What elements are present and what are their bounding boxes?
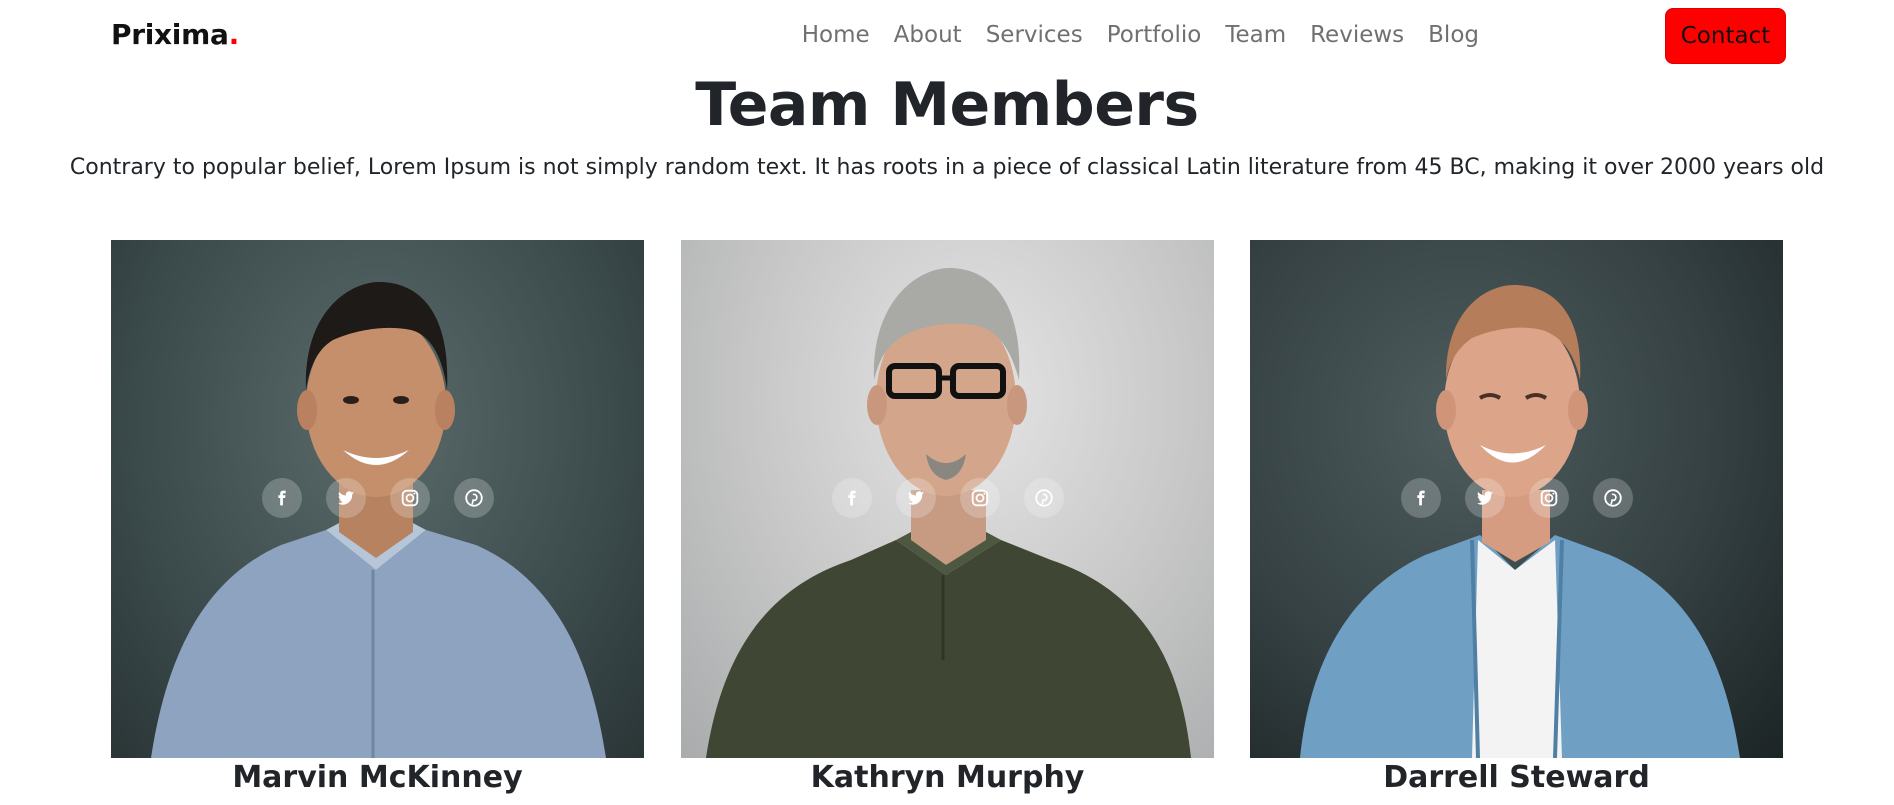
- pinterest-button[interactable]: [1023, 478, 1064, 518]
- nav-item-reviews[interactable]: Reviews: [1310, 22, 1404, 48]
- facebook-icon: [1416, 490, 1425, 506]
- section-description: Contrary to popular belief, Lorem Ipsum …: [69, 155, 1825, 180]
- member-name: Darrell Steward: [1383, 760, 1650, 795]
- nav-item-blog[interactable]: Blog: [1428, 22, 1479, 48]
- nav-item-portfolio[interactable]: Portfolio: [1107, 22, 1202, 48]
- brand-logo[interactable]: Priximа.: [111, 18, 239, 51]
- pinterest-button[interactable]: [1592, 478, 1633, 518]
- twitter-icon: [1476, 491, 1493, 505]
- twitter-icon: [907, 491, 924, 505]
- facebook-icon: [847, 490, 856, 506]
- facebook-button[interactable]: [831, 478, 872, 518]
- team-photo: [111, 240, 644, 758]
- contact-button[interactable]: Contact: [1665, 8, 1786, 64]
- instagram-icon: [971, 489, 988, 507]
- nav-item-team[interactable]: Team: [1225, 22, 1286, 48]
- facebook-button[interactable]: [1400, 478, 1441, 518]
- instagram-icon: [1540, 489, 1557, 507]
- member-name: Marvin McKinney: [232, 760, 523, 795]
- instagram-button[interactable]: [389, 478, 430, 518]
- team-photo: [681, 240, 1214, 758]
- brand-dot: .: [228, 18, 240, 51]
- nav-item-home[interactable]: Home: [802, 22, 870, 48]
- facebook-button[interactable]: [261, 478, 302, 518]
- team-card: Marvin McKinney: [111, 240, 644, 795]
- social-links: [681, 478, 1214, 518]
- facebook-icon: [277, 490, 286, 506]
- nav-menu: Home About Services Portfolio Team Revie…: [802, 22, 1479, 48]
- pinterest-icon: [1034, 489, 1053, 507]
- instagram-button[interactable]: [959, 478, 1000, 518]
- social-links: [1250, 478, 1783, 518]
- twitter-button[interactable]: [325, 478, 366, 518]
- navbar: Priximа. Home About Services Portfolio T…: [0, 0, 1894, 76]
- team-card: Darrell Steward: [1250, 240, 1783, 795]
- team-photo: [1250, 240, 1783, 758]
- instagram-button[interactable]: [1528, 478, 1569, 518]
- team-card: Kathryn Murphy: [681, 240, 1214, 795]
- twitter-button[interactable]: [895, 478, 936, 518]
- instagram-icon: [401, 489, 418, 507]
- nav-item-services[interactable]: Services: [986, 22, 1083, 48]
- member-name: Kathryn Murphy: [810, 760, 1085, 795]
- section-title: Team Members: [695, 70, 1199, 140]
- pinterest-icon: [464, 489, 483, 507]
- page: Priximа. Home About Services Portfolio T…: [0, 0, 1894, 805]
- brand-name: Priximа: [111, 18, 229, 51]
- pinterest-button[interactable]: [453, 478, 494, 518]
- twitter-icon: [337, 491, 354, 505]
- social-links: [111, 478, 644, 518]
- twitter-button[interactable]: [1464, 478, 1505, 518]
- nav-item-about[interactable]: About: [894, 22, 962, 48]
- pinterest-icon: [1603, 489, 1622, 507]
